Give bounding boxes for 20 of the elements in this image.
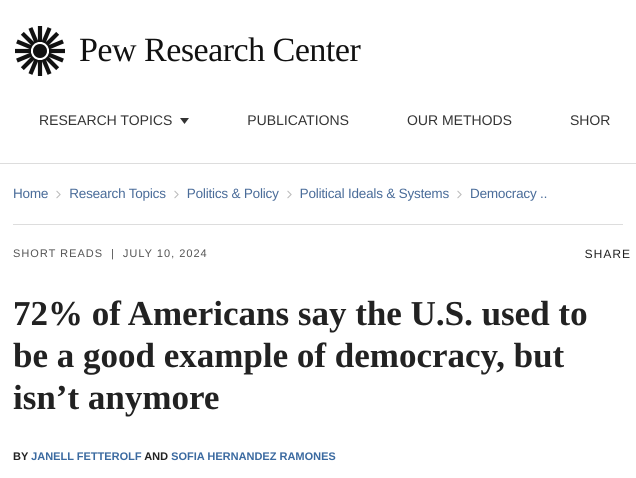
- nav-link[interactable]: RESEARCH TOPICS: [39, 110, 190, 131]
- byline: BY JANELL FETTEROLF AND SOFIA HERNANDEZ RAMONES: [13, 450, 337, 465]
- site-title[interactable]: Pew Research Center: [79, 25, 360, 76]
- author-link[interactable]: JANELL FETTEROLF: [31, 451, 142, 463]
- breadcrumb-link[interactable]: Home: [13, 184, 48, 204]
- publish-date: JULY 10, 2024: [122, 246, 208, 262]
- breadcrumb-link[interactable]: Politics & Policy: [186, 184, 279, 204]
- article-headline: 72% of Americans say the U.S. used to be a good example of democracy, but isn’t anymore: [13, 293, 589, 419]
- category-link[interactable]: SHORT READS: [13, 246, 104, 262]
- breadcrumb-link[interactable]: Research Topics: [69, 184, 166, 204]
- nav-link[interactable]: SHOR: [570, 110, 610, 131]
- separator: |: [111, 246, 115, 262]
- breadcrumb-link[interactable]: Political Ideals & Systems: [300, 184, 450, 204]
- nav-link[interactable]: OUR METHODS: [406, 110, 512, 131]
- breadcrumb-link[interactable]: Democracy ..: [470, 184, 548, 204]
- author-link[interactable]: SOFIA HERNANDEZ RAMONES: [171, 451, 336, 463]
- caret-icon: [180, 118, 190, 124]
- nav-link[interactable]: PUBLICATIONS: [247, 110, 349, 131]
- sunburst-logo-icon: [13, 24, 67, 78]
- share-button[interactable]: SHARE: [584, 245, 631, 263]
